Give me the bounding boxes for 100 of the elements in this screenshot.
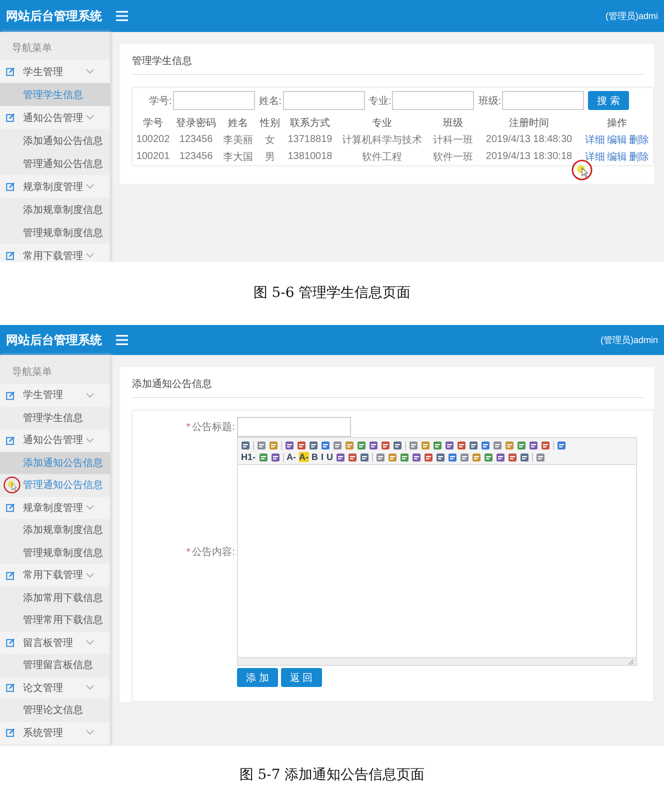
toolbar-icon[interactable] <box>257 440 266 450</box>
edit-icon <box>6 251 15 260</box>
toolbar-icon[interactable] <box>409 440 418 450</box>
toolbar-icon[interactable] <box>369 440 378 450</box>
search-field[interactable] <box>172 91 255 110</box>
toolbar-icon[interactable] <box>400 452 410 462</box>
toolbar-icon[interactable] <box>469 440 478 450</box>
toolbar-icon[interactable] <box>393 440 402 450</box>
sidebar-item[interactable]: 管理常用下载信息 <box>0 609 110 632</box>
toolbar-icon[interactable] <box>457 440 466 450</box>
toolbar-icon[interactable] <box>460 452 470 462</box>
sidebar-item[interactable]: 管理留言板信息 <box>0 654 110 676</box>
sidebar-group[interactable]: 规章制度管理 <box>0 496 110 519</box>
sidebar-group[interactable]: 留言板管理 <box>0 632 110 654</box>
sidebar-group[interactable]: 常用下载管理 <box>0 564 110 586</box>
sidebar-item[interactable]: 添加通知公告信息 <box>0 129 110 152</box>
menu-icon[interactable] <box>116 11 128 21</box>
toolbar-icon[interactable] <box>270 452 280 462</box>
sidebar-group[interactable]: 常用下载管理 <box>0 244 110 262</box>
toolbar-icon[interactable] <box>348 452 358 462</box>
toolbar-icon[interactable] <box>445 440 454 450</box>
toolbar-icon[interactable] <box>412 452 422 462</box>
rich-text-editor[interactable]: H1- A- A- B I U <box>237 437 637 666</box>
toolbar-icon[interactable] <box>258 452 268 462</box>
form-button[interactable]: 返 回 <box>280 668 322 687</box>
toolbar-icon[interactable] <box>529 440 538 450</box>
title-field[interactable] <box>237 417 351 437</box>
toolbar-icon[interactable] <box>505 440 514 450</box>
toolbar-icon[interactable] <box>360 452 370 462</box>
toolbar-icon[interactable] <box>448 452 458 462</box>
action-link[interactable]: 详细 <box>585 150 605 164</box>
toolbar-icon[interactable] <box>345 440 354 450</box>
toolbar-icon[interactable] <box>357 440 366 450</box>
sidebar-item[interactable]: 管理通知公告信息 <box>0 152 110 175</box>
toolbar-icon[interactable] <box>376 452 386 462</box>
search-field[interactable] <box>502 91 584 110</box>
menu-icon[interactable] <box>116 335 128 345</box>
action-link[interactable]: 编辑 <box>607 132 627 146</box>
toolbar-icon[interactable] <box>241 440 250 450</box>
sidebar-group[interactable]: 系统管理 <box>0 722 110 744</box>
toolbar-icon[interactable] <box>297 440 306 450</box>
toolbar-icon[interactable] <box>424 452 434 462</box>
search-label: 班级: <box>478 94 502 108</box>
sidebar-group[interactable]: 论文管理 <box>0 676 110 699</box>
app-title: 网站后台管理系统 <box>6 332 102 348</box>
toolbar-icon[interactable] <box>336 452 346 462</box>
toolbar-icon[interactable] <box>321 440 330 450</box>
toolbar-icon[interactable] <box>496 452 506 462</box>
toolbar-icon[interactable] <box>472 452 482 462</box>
toolbar-button[interactable]: B <box>312 452 318 462</box>
sidebar-group[interactable]: 规章制度管理 <box>0 175 110 198</box>
search-field[interactable] <box>282 91 365 110</box>
toolbar-icon[interactable] <box>433 440 442 450</box>
sidebar-item[interactable]: 添加规章制度信息 <box>0 198 110 221</box>
toolbar-button[interactable]: U <box>326 452 334 462</box>
toolbar-icon[interactable] <box>484 452 494 462</box>
sidebar-item[interactable]: 管理论文信息 <box>0 699 110 722</box>
toolbar-icon[interactable] <box>493 440 502 450</box>
sidebar-item[interactable]: 添加规章制度信息 <box>0 519 110 542</box>
search-button[interactable]: 搜 索 <box>588 91 629 110</box>
toolbar-icon[interactable] <box>381 440 390 450</box>
table-cell: 李美丽 <box>223 134 253 146</box>
toolbar-icon[interactable] <box>436 452 446 462</box>
sidebar-item[interactable]: 添加常用下载信息 <box>0 586 110 609</box>
sidebar-item[interactable]: 管理通知公告信息 <box>0 474 110 496</box>
edit-icon <box>6 570 15 580</box>
sidebar-group[interactable]: 学生管理 <box>0 60 110 83</box>
sidebar-item[interactable]: 管理规章制度信息 <box>0 221 110 244</box>
sidebar-group[interactable]: 学生管理 <box>0 384 110 406</box>
toolbar-icon[interactable] <box>481 440 490 450</box>
search-field[interactable] <box>392 91 474 110</box>
toolbar-icon[interactable] <box>520 452 530 462</box>
action-link[interactable]: 删除 <box>629 132 649 146</box>
sidebar-item[interactable]: 管理学生信息 <box>0 406 110 429</box>
toolbar-icon[interactable] <box>517 440 526 450</box>
sidebar-group[interactable]: 通知公告管理 <box>0 429 110 452</box>
column-header: 联系方式 <box>290 118 330 128</box>
toolbar-icon[interactable] <box>285 440 294 450</box>
sidebar-group[interactable]: 通知公告管理 <box>0 106 110 129</box>
action-link[interactable]: 删除 <box>629 150 649 164</box>
toolbar-icon[interactable] <box>421 440 430 450</box>
toolbar-icon[interactable] <box>557 440 566 450</box>
toolbar-icon[interactable] <box>541 440 550 450</box>
form-button[interactable]: 添 加 <box>237 668 278 687</box>
toolbar-icon[interactable] <box>508 452 518 462</box>
action-link[interactable]: 编辑 <box>607 150 627 164</box>
toolbar-button[interactable]: A- <box>286 452 296 462</box>
toolbar-button[interactable]: I <box>321 452 324 462</box>
edit-icon <box>6 728 15 738</box>
sidebar-item[interactable]: 管理规章制度信息 <box>0 542 110 564</box>
toolbar-icon[interactable] <box>388 452 398 462</box>
toolbar-icon[interactable] <box>333 440 342 450</box>
toolbar-icon[interactable] <box>269 440 278 450</box>
toolbar-button[interactable]: H1- <box>241 452 256 462</box>
action-link[interactable]: 详细 <box>585 132 605 146</box>
cursor-icon <box>3 476 21 494</box>
resize-handle-icon[interactable] <box>628 658 634 664</box>
toolbar-icon[interactable] <box>309 440 318 450</box>
toolbar-button[interactable]: A- <box>299 452 309 462</box>
toolbar-icon[interactable] <box>536 452 546 462</box>
